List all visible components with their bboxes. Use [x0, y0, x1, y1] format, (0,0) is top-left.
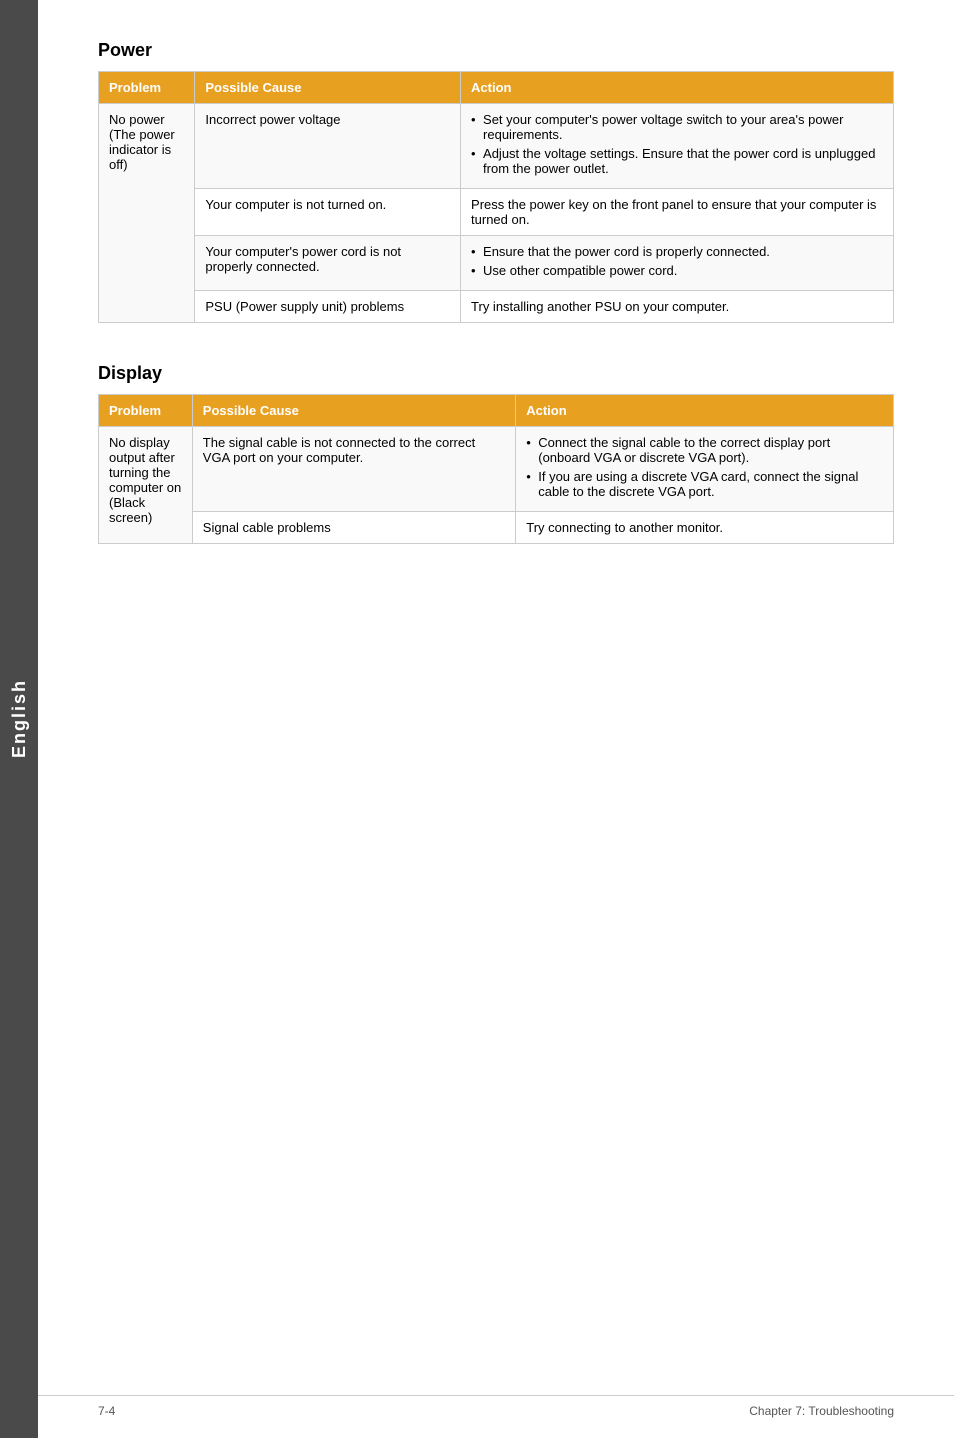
list-item: Ensure that the power cord is properly c… — [471, 244, 883, 259]
list-item: If you are using a discrete VGA card, co… — [526, 469, 883, 499]
page-number: 7-4 — [98, 1404, 115, 1418]
list-item: Adjust the voltage settings. Ensure that… — [471, 146, 883, 176]
display-col-problem: Problem — [99, 395, 193, 427]
table-row: PSU (Power supply unit) problemsTry inst… — [99, 291, 894, 323]
display-table-header-row: Problem Possible Cause Action — [99, 395, 894, 427]
power-col-problem: Problem — [99, 72, 195, 104]
page-footer: 7-4 Chapter 7: Troubleshooting — [38, 1395, 954, 1418]
table-row: No displayoutput afterturning thecompute… — [99, 427, 894, 512]
list-item: Set your computer's power voltage switch… — [471, 112, 883, 142]
display-action-cell: Connect the signal cable to the correct … — [516, 427, 894, 512]
power-action-cell: Set your computer's power voltage switch… — [461, 104, 894, 189]
power-cause-cell: Incorrect power voltage — [195, 104, 461, 189]
power-col-cause: Possible Cause — [195, 72, 461, 104]
table-row: Your computer is not turned on.Press the… — [99, 189, 894, 236]
display-action-cell: Try connecting to another monitor. — [516, 512, 894, 544]
display-problem-cell: No displayoutput afterturning thecompute… — [99, 427, 193, 544]
display-cause-cell: The signal cable is not connected to the… — [192, 427, 515, 512]
power-table: Problem Possible Cause Action No power(T… — [98, 71, 894, 323]
display-col-action: Action — [516, 395, 894, 427]
table-row: Your computer's power cord is not proper… — [99, 236, 894, 291]
chapter-label: Chapter 7: Troubleshooting — [749, 1404, 894, 1418]
power-col-action: Action — [461, 72, 894, 104]
table-row: Signal cable problemsTry connecting to a… — [99, 512, 894, 544]
power-cause-cell: Your computer is not turned on. — [195, 189, 461, 236]
display-title: Display — [98, 363, 894, 384]
power-action-cell: Ensure that the power cord is properly c… — [461, 236, 894, 291]
power-cause-cell: Your computer's power cord is not proper… — [195, 236, 461, 291]
sidebar-label: English — [9, 679, 30, 758]
list-item: Connect the signal cable to the correct … — [526, 435, 883, 465]
display-cause-cell: Signal cable problems — [192, 512, 515, 544]
main-content: Power Problem Possible Cause Action No p… — [38, 0, 954, 644]
list-item: Use other compatible power cord. — [471, 263, 883, 278]
table-row: No power(The powerindicator is off)Incor… — [99, 104, 894, 189]
power-action-cell: Press the power key on the front panel t… — [461, 189, 894, 236]
power-cause-cell: PSU (Power supply unit) problems — [195, 291, 461, 323]
display-col-cause: Possible Cause — [192, 395, 515, 427]
power-section: Power Problem Possible Cause Action No p… — [98, 40, 894, 323]
power-problem-cell: No power(The powerindicator is off) — [99, 104, 195, 323]
display-section: Display Problem Possible Cause Action No… — [98, 363, 894, 544]
display-table: Problem Possible Cause Action No display… — [98, 394, 894, 544]
power-action-cell: Try installing another PSU on your compu… — [461, 291, 894, 323]
power-table-header-row: Problem Possible Cause Action — [99, 72, 894, 104]
sidebar: English — [0, 0, 38, 1438]
power-title: Power — [98, 40, 894, 61]
